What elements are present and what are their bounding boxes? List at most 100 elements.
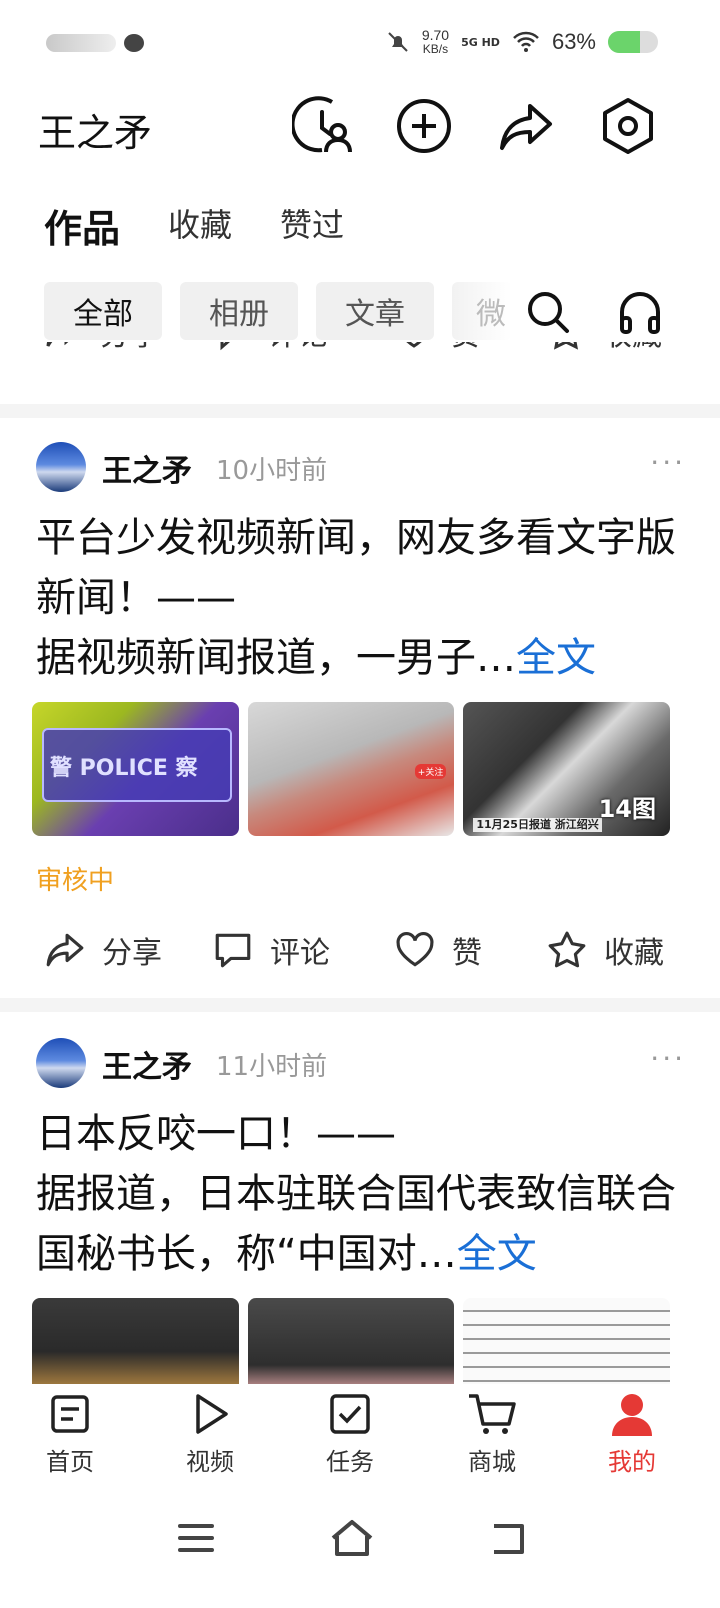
review-status: 审核中 — [36, 860, 114, 897]
prev-comment-label: 评论 — [268, 342, 328, 354]
post-header: 王之矛 10小时前 ··· — [36, 442, 686, 494]
home-doc-icon — [48, 1392, 92, 1436]
image-caption: 11月25日报道 浙江绍兴 — [473, 818, 601, 832]
post-text[interactable]: 平台少发视频新闻，网友多看文字版新闻！—— 据视频新闻报道，一男子…全文 — [36, 508, 686, 688]
image-count: 14图 — [599, 789, 656, 824]
prev-like-label: 赞 — [450, 342, 480, 354]
like-button[interactable]: 赞 — [394, 928, 482, 972]
filter-micro[interactable]: 微 — [452, 282, 512, 340]
nav-video[interactable]: 视频 — [170, 1392, 250, 1477]
post-time: 10小时前 — [216, 450, 327, 487]
prev-share-label: 分享 — [100, 342, 160, 354]
tab-favorites[interactable]: 收藏 — [168, 200, 232, 246]
headphones-icon[interactable] — [612, 284, 668, 340]
nav-me-label: 我的 — [608, 1442, 656, 1477]
post-image[interactable] — [248, 1298, 455, 1384]
post-time: 11小时前 — [216, 1046, 327, 1083]
filter-all[interactable]: 全部 — [44, 282, 162, 340]
nav-home[interactable]: 首页 — [30, 1392, 110, 1477]
nav-tasks-label: 任务 — [326, 1442, 374, 1477]
home-icon[interactable] — [322, 1508, 382, 1568]
tab-liked[interactable]: 赞过 — [280, 200, 344, 246]
filter-article[interactable]: 文章 — [316, 282, 434, 340]
battery-icon — [608, 31, 658, 53]
post-image[interactable]: 警 POLICE 察 — [32, 702, 239, 836]
prev-like-button[interactable]: 赞 — [394, 342, 480, 354]
post-image[interactable]: 11月25日报道 浙江绍兴 14图 — [463, 702, 670, 836]
prev-collect-label: 收藏 — [602, 342, 662, 354]
settings-hex-icon[interactable] — [592, 90, 664, 162]
back-icon[interactable] — [478, 1508, 538, 1568]
person-icon — [610, 1392, 654, 1436]
nav-me[interactable]: 我的 — [592, 1392, 672, 1477]
post-author[interactable]: 王之矛 — [102, 446, 192, 490]
network-speed: 9.70 KB/s — [422, 28, 449, 56]
battery-fill — [608, 31, 640, 53]
nav-mall[interactable]: 商城 — [452, 1392, 532, 1477]
full-text-link[interactable]: 全文 — [516, 635, 596, 681]
content-tabs: 作品 收藏 赞过 — [0, 200, 720, 260]
post-header: 王之矛 11小时前 ··· — [36, 1038, 686, 1090]
nav-tasks[interactable]: 任务 — [310, 1392, 390, 1477]
prev-share-button[interactable]: 分享 — [44, 342, 160, 354]
like-label: 赞 — [452, 928, 482, 972]
nav-mall-label: 商城 — [468, 1442, 516, 1477]
status-bar: 9.70 KB/s 5G HD 63% — [0, 0, 720, 90]
avatar[interactable] — [36, 442, 86, 492]
post-images — [32, 1298, 670, 1384]
bottom-nav: 首页 视频 任务 商城 我的 — [0, 1384, 720, 1494]
network-type: 5G HD — [461, 37, 500, 48]
post-image[interactable]: +关注 — [248, 702, 455, 836]
system-nav — [0, 1494, 720, 1608]
follow-badge: +关注 — [415, 764, 447, 779]
comment-button[interactable]: 评论 — [212, 928, 330, 972]
speed-value: 9.70 — [422, 28, 449, 42]
post-text[interactable]: 日本反咬一口！—— 据报道，日本驻联合国代表致信联合国秘书长，称“中国对…全文 — [36, 1104, 686, 1284]
prev-comment-button[interactable]: 评论 — [212, 342, 328, 354]
filter-bar: 全部 相册 文章 微 — [0, 282, 720, 342]
post-author[interactable]: 王之矛 — [102, 1042, 192, 1086]
police-patch-text: 警 POLICE 察 — [50, 750, 198, 782]
more-options-icon[interactable]: ··· — [650, 1042, 686, 1075]
prev-collect-button[interactable]: 收藏 — [546, 342, 662, 354]
post-body: 日本反咬一口！—— 据报道，日本驻联合国代表致信联合国秘书长，称“中国对… — [36, 1111, 676, 1277]
heart-icon — [394, 929, 436, 971]
comment-label: 评论 — [270, 928, 330, 972]
previous-post-actions: 分享 评论 赞 收藏 — [0, 342, 720, 372]
play-icon — [188, 1392, 232, 1436]
speed-unit: KB/s — [422, 42, 449, 56]
collect-button[interactable]: 收藏 — [546, 928, 664, 972]
menu-icon[interactable] — [166, 1508, 226, 1568]
nav-home-label: 首页 — [46, 1442, 94, 1477]
mute-bell-icon — [386, 30, 410, 54]
status-right: 9.70 KB/s 5G HD 63% — [386, 28, 658, 56]
profile-name: 王之矛 — [38, 102, 152, 157]
post-divider — [0, 998, 720, 1012]
post-image[interactable] — [32, 1298, 239, 1384]
nav-video-label: 视频 — [186, 1442, 234, 1477]
plus-circle-icon[interactable] — [388, 90, 460, 162]
filter-album[interactable]: 相册 — [180, 282, 298, 340]
full-text-link[interactable]: 全文 — [457, 1231, 537, 1277]
search-icon[interactable] — [520, 284, 576, 340]
task-check-icon — [328, 1392, 372, 1436]
more-options-icon[interactable]: ··· — [650, 446, 686, 479]
share-label: 分享 — [102, 928, 162, 972]
battery-percent: 63% — [552, 29, 596, 55]
history-user-icon[interactable] — [288, 90, 360, 162]
share-icon — [44, 929, 86, 971]
post-divider — [0, 404, 720, 418]
cart-icon — [467, 1392, 517, 1436]
profile-header: 王之矛 — [0, 90, 720, 190]
post-image[interactable] — [463, 1298, 670, 1384]
share-button[interactable]: 分享 — [44, 928, 162, 972]
carrier-blur — [46, 34, 116, 52]
post-card[interactable]: 王之矛 11小时前 ··· 日本反咬一口！—— 据报道，日本驻联合国代表致信联合… — [0, 1038, 720, 1384]
star-icon — [546, 929, 588, 971]
avatar[interactable] — [36, 1038, 86, 1088]
post-actions: 分享 评论 赞 收藏 — [0, 928, 720, 988]
message-notification-icon — [124, 34, 144, 52]
share-icon[interactable] — [490, 90, 562, 162]
tab-works[interactable]: 作品 — [44, 198, 120, 253]
post-card[interactable]: 王之矛 10小时前 ··· 平台少发视频新闻，网友多看文字版新闻！—— 据视频新… — [0, 442, 720, 1002]
